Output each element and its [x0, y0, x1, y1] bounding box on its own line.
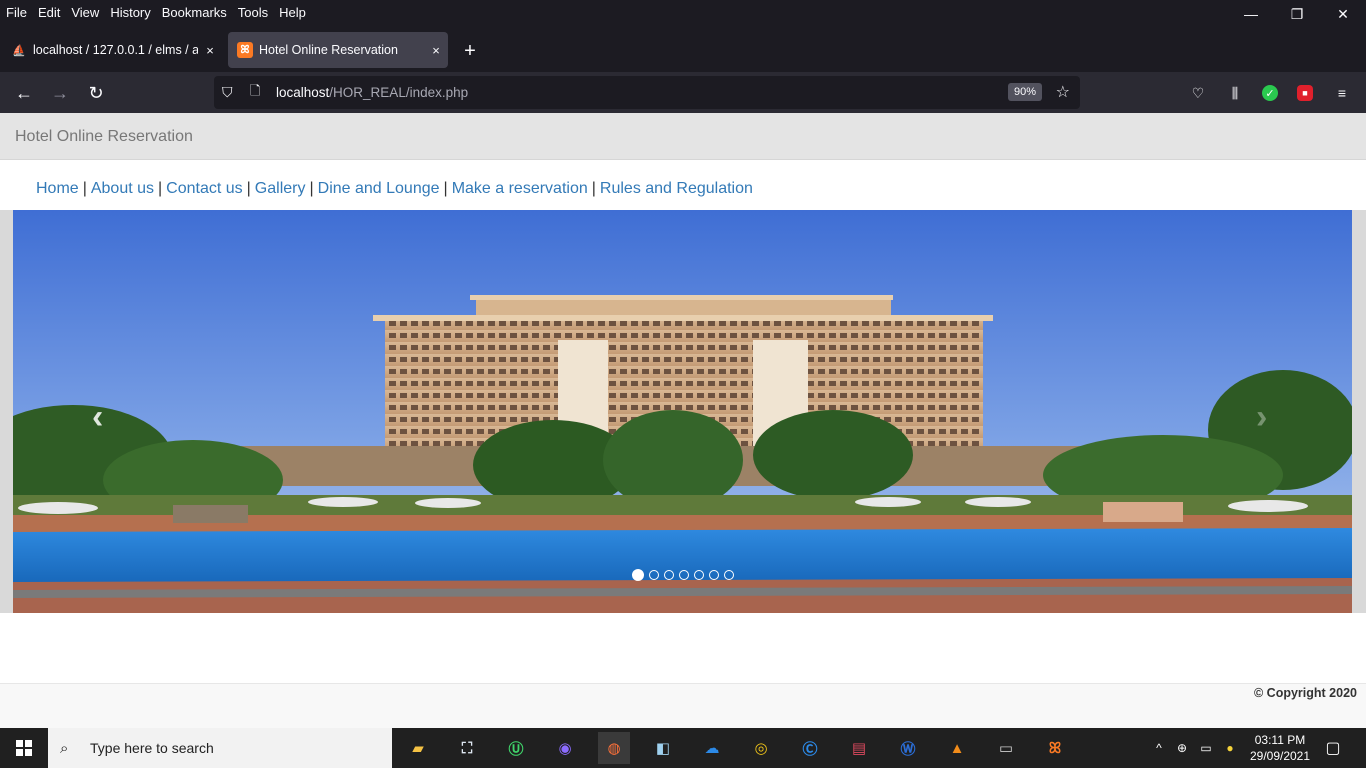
- clock-date: 29/09/2021: [1249, 749, 1311, 763]
- nav-gallery[interactable]: Gallery: [255, 180, 306, 197]
- menu-file[interactable]: File: [0, 3, 32, 23]
- close-window-icon[interactable]: ✕: [1320, 0, 1366, 28]
- hotel-pool-image: [13, 210, 1352, 613]
- extension-check-icon[interactable]: ✓: [1259, 82, 1281, 104]
- clock-time: 03:11 PM: [1254, 733, 1306, 747]
- hamburger-menu-icon[interactable]: ≡: [1331, 82, 1353, 104]
- menu-tools[interactable]: Tools: [232, 3, 273, 23]
- address-bar[interactable]: ⛉ 🗋 localhost/HOR_REAL/index.php 90% ☆: [214, 76, 1080, 109]
- new-tab-button[interactable]: +: [458, 39, 482, 63]
- carousel-indicator[interactable]: [649, 570, 659, 580]
- tab-bar: ⛵ localhost / 127.0.0.1 / elms / ad × ꕤ …: [0, 25, 1366, 72]
- close-tab-icon[interactable]: ×: [424, 43, 448, 58]
- menu-history[interactable]: History: [104, 3, 155, 23]
- tab-hotel-reservation[interactable]: ꕤ Hotel Online Reservation ×: [228, 32, 448, 68]
- page-icon[interactable]: 🗋: [250, 82, 266, 104]
- carousel-indicator[interactable]: [694, 570, 704, 580]
- nav-separator: |: [443, 180, 448, 197]
- site-footer: © Copyright 2020: [0, 683, 1366, 728]
- search-placeholder: Type here to search: [90, 740, 214, 756]
- carousel-indicator[interactable]: [679, 570, 689, 580]
- nav-separator: |: [82, 180, 87, 197]
- microsoft-store-icon[interactable]: ⛶: [451, 732, 483, 764]
- carousel-next-icon[interactable]: ›: [1256, 398, 1267, 437]
- carousel-slide-hotel-image: [13, 210, 1352, 613]
- back-icon[interactable]: ←: [11, 80, 37, 106]
- reload-icon[interactable]: ↻: [83, 80, 109, 106]
- windows-taskbar: ⌕ Type here to search ▰ ⛶ Ⓤ ◉ ◍ ◧ ☁ ◎ Ⓒ …: [0, 728, 1366, 768]
- menu-help[interactable]: Help: [273, 3, 311, 23]
- menu-edit[interactable]: Edit: [32, 3, 65, 23]
- c-app-icon[interactable]: Ⓒ: [794, 732, 826, 764]
- bookmark-star-icon[interactable]: ☆: [1056, 82, 1070, 102]
- carousel-indicator[interactable]: [724, 570, 734, 580]
- carousel-indicator[interactable]: [632, 569, 644, 581]
- nav-separator: |: [246, 180, 251, 197]
- url-path: /HOR_REAL/index.php: [329, 85, 469, 100]
- carousel-indicator[interactable]: [709, 570, 719, 580]
- image-carousel: ‹ ›: [0, 210, 1366, 613]
- notes-icon[interactable]: ◧: [647, 732, 679, 764]
- extension-lock-icon[interactable]: ■: [1294, 82, 1316, 104]
- nav-separator: |: [591, 180, 596, 197]
- window-controls: — ❐ ✕: [1228, 0, 1366, 28]
- taskbar-search-box[interactable]: ⌕ Type here to search: [48, 728, 392, 768]
- forward-icon[interactable]: →: [47, 80, 73, 106]
- word-app-icon[interactable]: Ⓦ: [892, 732, 924, 764]
- library-icon[interactable]: ⫼: [1224, 82, 1246, 104]
- terminal-icon[interactable]: ▭: [990, 732, 1022, 764]
- nav-separator: |: [309, 180, 314, 197]
- copyright-text: © Copyright 2020: [1254, 686, 1357, 700]
- tray-expand-icon[interactable]: ^: [1150, 728, 1168, 768]
- shield-icon[interactable]: ⛉: [222, 84, 240, 101]
- restore-icon[interactable]: ❐: [1274, 0, 1320, 28]
- menu-bookmarks[interactable]: Bookmarks: [156, 3, 232, 23]
- chrome-icon[interactable]: ◎: [745, 732, 777, 764]
- tab-title: localhost / 127.0.0.1 / elms / ad: [33, 43, 198, 57]
- phpmyadmin-icon: ⛵: [12, 44, 26, 57]
- nav-rules-and-regulation[interactable]: Rules and Regulation: [600, 180, 753, 197]
- site-navigation: Home | About us | Contact us | Gallery | Dine an…: [36, 180, 753, 198]
- carousel-indicators: [632, 569, 734, 581]
- tab-phpmyadmin[interactable]: ⛵ localhost / 127.0.0.1 / elms / ad ×: [2, 32, 222, 68]
- site-brand[interactable]: Hotel Online Reservation: [15, 128, 193, 146]
- network-icon[interactable]: ⊕: [1172, 728, 1192, 768]
- file-explorer-icon[interactable]: ▰: [402, 732, 434, 764]
- xampp-icon[interactable]: ꕤ: [1039, 732, 1071, 764]
- firefox-icon[interactable]: ◍: [598, 732, 630, 764]
- navigation-bar: ← → ↻ ⛉ 🗋 localhost/HOR_REAL/index.php 9…: [0, 72, 1366, 113]
- url-text[interactable]: localhost/HOR_REAL/index.php: [276, 85, 468, 100]
- close-tab-icon[interactable]: ×: [198, 43, 222, 58]
- url-host: localhost: [276, 85, 330, 100]
- windows-start-icon[interactable]: [0, 728, 48, 768]
- xampp-icon: ꕤ: [237, 42, 253, 58]
- nav-separator: |: [158, 180, 163, 197]
- taskbar-clock[interactable]: 03:11 PM 29/09/2021: [1238, 732, 1322, 764]
- app-icon[interactable]: ◉: [549, 732, 581, 764]
- tab-title: Hotel Online Reservation: [259, 43, 398, 57]
- menu-view[interactable]: View: [65, 3, 104, 23]
- nav-home[interactable]: Home: [36, 180, 79, 197]
- notifications-icon[interactable]: ▢: [1318, 728, 1348, 768]
- search-icon: ⌕: [60, 739, 69, 757]
- nav-about-us[interactable]: About us: [91, 180, 154, 197]
- pocket-icon[interactable]: ♡: [1187, 82, 1209, 104]
- minimize-icon[interactable]: —: [1228, 0, 1274, 28]
- site-header: Hotel Online Reservation: [0, 113, 1366, 160]
- onedrive-icon[interactable]: ☁: [696, 732, 728, 764]
- battery-icon[interactable]: ▭: [1196, 728, 1216, 768]
- nav-dine-and-lounge[interactable]: Dine and Lounge: [318, 180, 440, 197]
- nav-make-reservation[interactable]: Make a reservation: [452, 180, 588, 197]
- carousel-prev-icon[interactable]: ‹: [92, 398, 103, 437]
- vlc-icon[interactable]: ▲: [941, 732, 973, 764]
- menu-bar: File Edit View History Bookmarks Tools H…: [0, 0, 1366, 25]
- upwork-icon[interactable]: Ⓤ: [500, 732, 532, 764]
- calendar-app-icon[interactable]: ▤: [843, 732, 875, 764]
- zoom-level[interactable]: 90%: [1007, 83, 1042, 101]
- tray-app-icon[interactable]: ●: [1220, 728, 1240, 768]
- nav-contact-us[interactable]: Contact us: [166, 180, 242, 197]
- carousel-indicator[interactable]: [664, 570, 674, 580]
